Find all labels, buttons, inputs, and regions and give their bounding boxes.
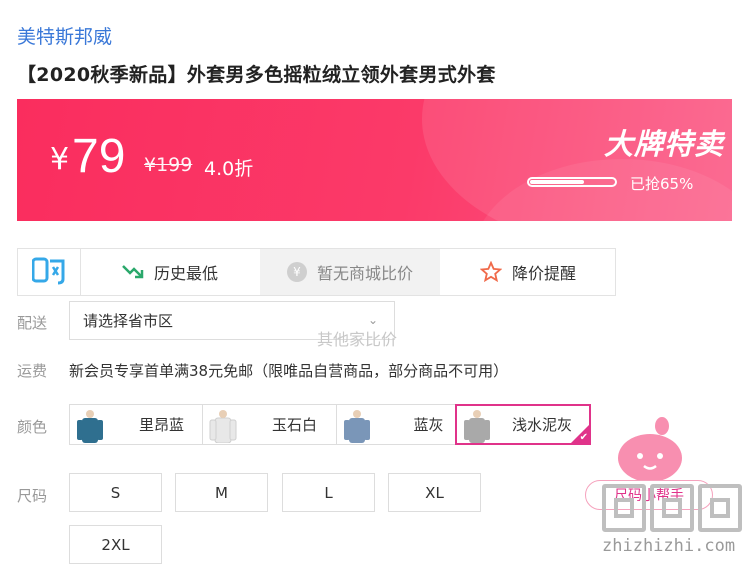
ghost-compare-text: 其他家比价 [317,330,398,349]
promo-title: 大牌特卖 [604,127,725,161]
watermark-glyph [602,484,646,532]
color-thumbnail [339,407,375,443]
current-price: 79 [72,130,126,183]
color-label: 颜色 [17,418,48,436]
yen-icon: ¥ [286,262,307,282]
star-icon [479,261,502,283]
mall-compare-button: ¥ 暂无商城比价 [260,249,440,295]
size-option-m[interactable]: M [175,473,268,512]
sold-progress-fill [530,180,584,184]
fee-text: 新会员专享首单满38元免邮（限唯品自营商品，部分商品不可用） [69,362,509,380]
color-thumbnail [72,407,108,443]
sold-progress-bar [527,177,617,187]
chevron-down-icon: ⌄ [367,313,378,327]
color-name: 里昂蓝 [138,416,184,434]
price-alert-label: 降价提醒 [511,264,576,283]
region-select-value: 请选择省市区 [83,312,174,330]
watermark-glyph [698,484,742,532]
trend-down-icon [122,264,144,280]
color-name: 玉石白 [271,416,317,434]
check-icon: ✔ [579,432,588,443]
price-banner: ¥ 79 ¥199 4.0折 大牌特卖 已抢65% [17,99,732,221]
watermark-glyph [650,484,694,532]
color-option[interactable]: 里昂蓝 [69,404,216,445]
shopping-bag-icon [31,255,66,289]
size-option-l[interactable]: L [282,473,375,512]
price-tools-bar: 历史最低 ¥ 暂无商城比价 降价提醒 [17,248,616,296]
size-option-s[interactable]: S [69,473,162,512]
watermark-text: zhizhizhi.com [602,536,736,556]
currency-symbol: ¥ [50,142,70,177]
size-option-xl[interactable]: XL [388,473,481,512]
size-label: 尺码 [17,487,48,505]
brand-name[interactable]: 美特斯邦威 [17,22,112,49]
color-option-selected[interactable]: 浅水泥灰 ✔ [455,404,591,445]
size-option-2xl[interactable]: 2XL [69,525,162,564]
discount-label: 4.0折 [204,158,254,180]
color-thumbnail [459,407,495,443]
mascot-icon [618,417,682,482]
sold-percentage: 已抢65% [630,175,694,193]
buy-logo [18,249,81,295]
shipping-label: 配送 [17,314,48,332]
mall-compare-label: 暂无商城比价 [316,264,413,283]
original-price: ¥199 [144,154,193,176]
product-title: 【2020秋季新品】外套男多色摇粒绒立领外套男式外套 [17,64,496,86]
history-low-label: 历史最低 [153,264,218,283]
color-option[interactable]: 玉石白 [202,404,349,445]
fee-label: 运费 [17,362,48,380]
price-alert-button[interactable]: 降价提醒 [440,249,616,295]
history-low-button[interactable]: 历史最低 [80,249,260,295]
color-thumbnail [205,407,241,443]
site-watermark: zhizhizhi.com [598,484,748,570]
